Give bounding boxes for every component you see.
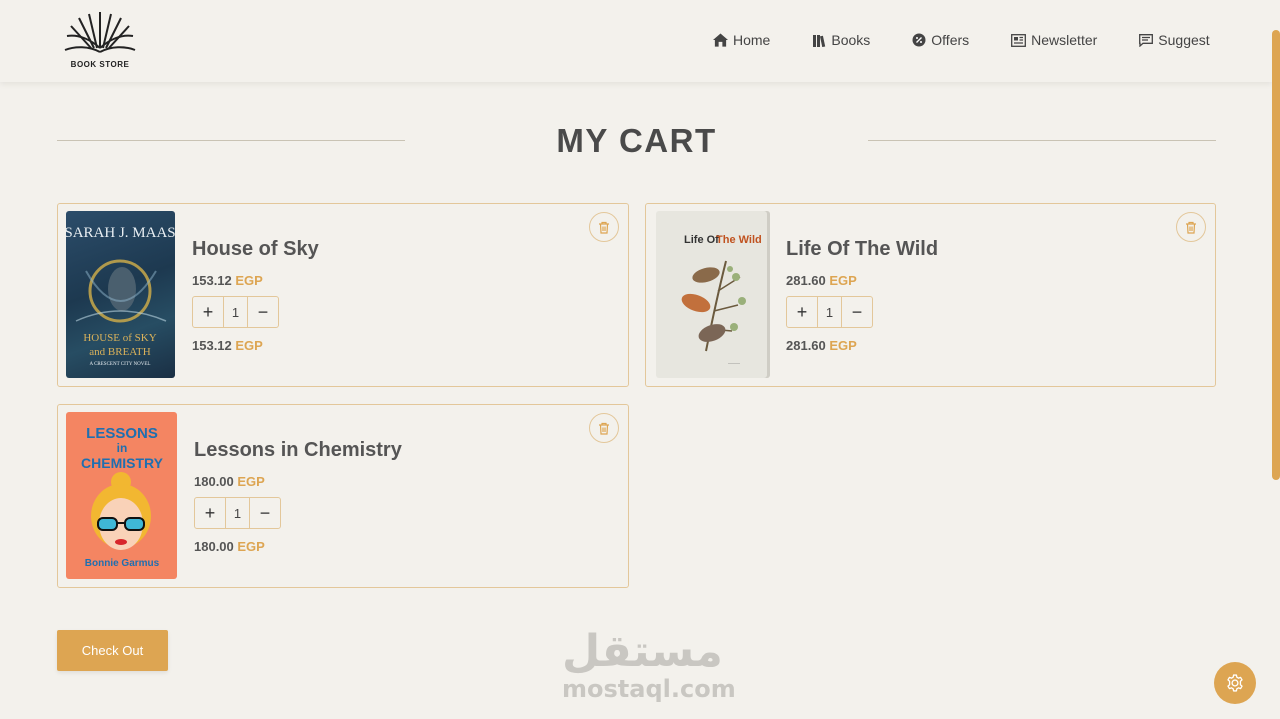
currency-label: EGP bbox=[829, 273, 857, 288]
book-title[interactable]: Life Of The Wild bbox=[786, 238, 938, 261]
minus-icon: − bbox=[257, 301, 269, 322]
price-value: 281.60 bbox=[786, 273, 826, 288]
book-cover-image[interactable]: LESSONS in CHEMISTRY Bonnie Garmus bbox=[66, 412, 177, 579]
decrease-quantity-button[interactable]: − bbox=[842, 297, 872, 327]
books-icon bbox=[813, 34, 826, 47]
currency-label: EGP bbox=[829, 338, 857, 353]
unit-price: 281.60 EGP bbox=[786, 273, 938, 288]
trash-icon bbox=[599, 422, 609, 435]
item-subtotal: 281.60 EGP bbox=[786, 338, 938, 353]
book-logo-icon bbox=[64, 12, 136, 53]
decrease-quantity-button[interactable]: − bbox=[250, 498, 280, 528]
plus-icon: + bbox=[796, 301, 808, 322]
item-subtotal: 153.12 EGP bbox=[192, 338, 319, 353]
cart-item-info: House of Sky 153.12 EGP + 1 − 153.12 EGP bbox=[192, 238, 319, 353]
page-title-row: MY CART bbox=[57, 120, 1216, 160]
minus-icon: − bbox=[259, 502, 271, 523]
currency-label: EGP bbox=[235, 338, 263, 353]
quantity-stepper: + 1 − bbox=[192, 296, 279, 328]
page-scrollbar[interactable] bbox=[1272, 0, 1280, 719]
quantity-value: 1 bbox=[223, 297, 248, 327]
unit-price: 180.00 EGP bbox=[194, 474, 402, 489]
title-divider-right bbox=[868, 140, 1216, 141]
minus-icon: − bbox=[851, 301, 863, 322]
page-title: MY CART bbox=[556, 122, 717, 159]
unit-price: 153.12 EGP bbox=[192, 273, 319, 288]
nav-newsletter-label: Newsletter bbox=[1031, 32, 1098, 48]
cart-item-info: Lessons in Chemistry 180.00 EGP + 1 − 18… bbox=[194, 439, 402, 554]
subtotal-value: 153.12 bbox=[192, 338, 232, 353]
price-value: 153.12 bbox=[192, 273, 232, 288]
cover-line3: CHEMISTRY bbox=[81, 455, 164, 471]
quantity-stepper: + 1 − bbox=[194, 497, 281, 529]
life-of-the-wild-cover-art: Life Of The Wild ——— bbox=[681, 234, 762, 365]
trash-icon bbox=[599, 221, 609, 234]
currency-label: EGP bbox=[237, 539, 265, 554]
watermark-arabic: مستقل bbox=[562, 626, 723, 677]
cart-item: Life Of The Wild ——— Life Of The Wild 28… bbox=[645, 203, 1216, 387]
cover-line2: in bbox=[117, 441, 128, 455]
book-cover-image[interactable]: Life Of The Wild ——— bbox=[656, 211, 770, 378]
cover-title-a: Life Of bbox=[684, 234, 719, 246]
settings-button[interactable] bbox=[1214, 662, 1256, 704]
watermark-latin: mostaql.com bbox=[562, 675, 736, 703]
nav-suggest[interactable]: Suggest bbox=[1139, 32, 1210, 48]
remove-item-button[interactable] bbox=[589, 413, 619, 443]
nav-books[interactable]: Books bbox=[813, 32, 870, 48]
nav-offers-label: Offers bbox=[931, 32, 970, 48]
gear-icon bbox=[1227, 674, 1243, 692]
cover-title-b: The Wild bbox=[716, 234, 762, 246]
scrollbar-thumb[interactable] bbox=[1272, 30, 1280, 480]
cover-line2: and BREATH bbox=[89, 346, 150, 358]
quantity-value: 1 bbox=[225, 498, 250, 528]
trash-icon bbox=[1186, 221, 1196, 234]
message-icon bbox=[1139, 33, 1154, 47]
book-title[interactable]: Lessons in Chemistry bbox=[194, 439, 402, 462]
nav-suggest-label: Suggest bbox=[1158, 32, 1210, 48]
book-cover-image[interactable]: SARAH J. MAAS HOUSE of SKY and BREATH A … bbox=[66, 211, 175, 378]
cart-item: LESSONS in CHEMISTRY Bonnie Garmus Lesso… bbox=[57, 404, 629, 588]
remove-item-button[interactable] bbox=[1176, 212, 1206, 242]
checkout-button[interactable]: Check Out bbox=[57, 630, 168, 671]
subtotal-value: 180.00 bbox=[194, 539, 234, 554]
quantity-stepper: + 1 − bbox=[786, 296, 873, 328]
main-nav: Home Books Offers Newsletter Suggest bbox=[713, 32, 1210, 48]
nav-home[interactable]: Home bbox=[713, 32, 770, 48]
cover-line1: LESSONS bbox=[86, 425, 158, 442]
book-title[interactable]: House of Sky bbox=[192, 238, 319, 261]
increase-quantity-button[interactable]: + bbox=[195, 498, 225, 528]
quantity-value: 1 bbox=[817, 297, 842, 327]
home-icon bbox=[713, 33, 728, 47]
site-header: BOOK STORE Home Books Offers Newsletter … bbox=[0, 0, 1272, 82]
nav-newsletter[interactable]: Newsletter bbox=[1011, 32, 1097, 48]
cover-series: A CRESCENT CITY NOVEL bbox=[90, 362, 151, 367]
lessons-in-chemistry-cover-art: LESSONS in CHEMISTRY Bonnie Garmus bbox=[81, 425, 164, 569]
item-subtotal: 180.00 EGP bbox=[194, 539, 402, 554]
percent-badge-icon bbox=[912, 33, 926, 47]
plus-icon: + bbox=[204, 502, 216, 523]
cart-item: SARAH J. MAAS HOUSE of SKY and BREATH A … bbox=[57, 203, 629, 387]
watermark: مستقل mostaql.com bbox=[562, 626, 736, 703]
house-of-sky-cover-art: SARAH J. MAAS HOUSE of SKY and BREATH A … bbox=[66, 225, 175, 367]
decrease-quantity-button[interactable]: − bbox=[248, 297, 278, 327]
currency-label: EGP bbox=[235, 273, 263, 288]
nav-home-label: Home bbox=[733, 32, 771, 48]
plus-icon: + bbox=[202, 301, 214, 322]
increase-quantity-button[interactable]: + bbox=[193, 297, 223, 327]
newspaper-icon bbox=[1011, 33, 1027, 47]
currency-label: EGP bbox=[237, 474, 265, 489]
svg-text:———: ——— bbox=[728, 360, 740, 365]
cover-author: SARAH J. MAAS bbox=[66, 225, 175, 241]
subtotal-value: 281.60 bbox=[786, 338, 826, 353]
cover-line1: HOUSE of SKY bbox=[83, 332, 156, 344]
nav-offers[interactable]: Offers bbox=[912, 32, 969, 48]
cart-item-info: Life Of The Wild 281.60 EGP + 1 − 281.60… bbox=[786, 238, 938, 353]
nav-books-label: Books bbox=[831, 32, 871, 48]
brand-logo[interactable]: BOOK STORE bbox=[60, 8, 140, 74]
remove-item-button[interactable] bbox=[589, 212, 619, 242]
increase-quantity-button[interactable]: + bbox=[787, 297, 817, 327]
price-value: 180.00 bbox=[194, 474, 234, 489]
logo-text: BOOK STORE bbox=[70, 60, 130, 69]
cover-author: Bonnie Garmus bbox=[85, 558, 160, 569]
